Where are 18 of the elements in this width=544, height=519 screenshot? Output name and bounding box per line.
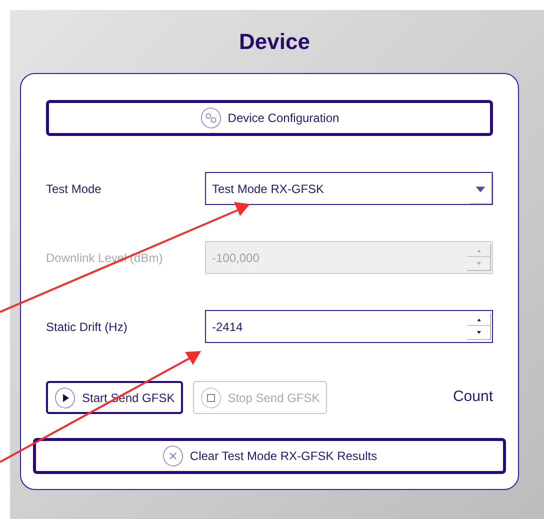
field-label: Test Mode (46, 180, 102, 198)
device-configuration-button[interactable]: Device Configuration (46, 100, 493, 136)
spin-buttons[interactable] (467, 313, 491, 340)
field-label: Static Drift (Hz) (46, 318, 128, 336)
clear-results-button[interactable]: Clear Test Mode RX-GFSK Results (33, 438, 506, 474)
link-icon (200, 107, 222, 129)
panel-title: Device (238, 28, 310, 56)
spin-buttons[interactable] (467, 244, 491, 271)
field-value: -100,000 (211, 250, 260, 266)
dropdown-arrow-icon[interactable] (470, 174, 492, 204)
dropdown-field[interactable]: Test Mode RX-GFSK (205, 172, 493, 205)
field-value: -2414 (211, 318, 244, 336)
spin-field[interactable]: -2414 (205, 310, 493, 343)
stop-icon (200, 386, 222, 408)
field-value: Test Mode RX-GFSK (211, 180, 326, 198)
count-label: Count (452, 387, 493, 408)
close-icon (162, 445, 184, 467)
play-icon (54, 386, 76, 408)
